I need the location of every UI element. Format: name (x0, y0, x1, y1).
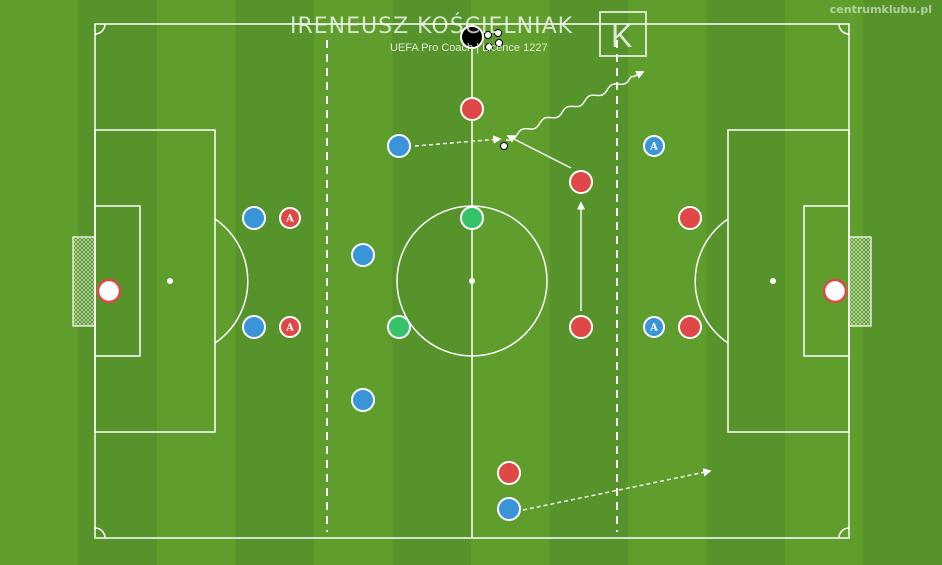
player-marker[interactable] (351, 388, 375, 412)
player-marker[interactable] (96, 278, 122, 304)
player-dot (569, 315, 593, 339)
logo-letter: K (611, 18, 632, 54)
player-dot (351, 243, 375, 267)
player-dot (242, 315, 266, 339)
player-marker[interactable] (822, 278, 848, 304)
grass-stripe (314, 0, 394, 565)
player-dot (387, 134, 411, 158)
left-penalty-spot (167, 278, 173, 284)
player-marker[interactable] (569, 170, 593, 194)
player-dot (242, 206, 266, 230)
player-dot (569, 170, 593, 194)
player-dot (460, 206, 484, 230)
player-marker[interactable] (242, 206, 266, 230)
player-marker-attacker[interactable]: A (643, 135, 665, 157)
player-dot (822, 278, 848, 304)
coach-name: IRENEUSZ KOŚCIELNIAK (290, 14, 574, 39)
player-dot (497, 461, 521, 485)
player-marker[interactable] (387, 315, 411, 339)
player-marker[interactable] (678, 206, 702, 230)
player-marker[interactable] (460, 97, 484, 121)
grass-stripe (0, 0, 80, 565)
player-dot (96, 278, 122, 304)
player-marker[interactable] (387, 134, 411, 158)
player-dot (351, 388, 375, 412)
right-goal-net (848, 236, 872, 327)
player-label: A (285, 214, 294, 225)
tactics-pitch: K A A A A (0, 0, 942, 565)
left-goal-net (72, 236, 96, 327)
watermark: centrumklubu.pl (829, 3, 932, 16)
player-marker[interactable] (497, 461, 521, 485)
player-marker-attacker[interactable]: A (643, 316, 665, 338)
player-label: A (649, 142, 658, 153)
player-marker[interactable] (678, 315, 702, 339)
player-marker[interactable] (569, 315, 593, 339)
player-marker[interactable] (460, 206, 484, 230)
player-dot (497, 497, 521, 521)
player-dot (678, 206, 702, 230)
coach-subtitle: UEFA Pro Coach | Licence 1227 (390, 42, 548, 54)
grass-stripe (392, 0, 472, 565)
right-penalty-spot (770, 278, 776, 284)
player-dot (387, 315, 411, 339)
player-marker[interactable] (351, 243, 375, 267)
ball-in-play (500, 142, 508, 150)
player-label: A (649, 323, 658, 334)
player-marker-attacker[interactable]: A (279, 207, 301, 229)
player-dot (678, 315, 702, 339)
grass-stripe (863, 0, 942, 565)
player-marker[interactable] (497, 497, 521, 521)
player-marker-attacker[interactable]: A (279, 316, 301, 338)
centre-spot (469, 278, 475, 284)
player-dot (460, 97, 484, 121)
player-label: A (285, 323, 294, 334)
player-marker[interactable] (242, 315, 266, 339)
